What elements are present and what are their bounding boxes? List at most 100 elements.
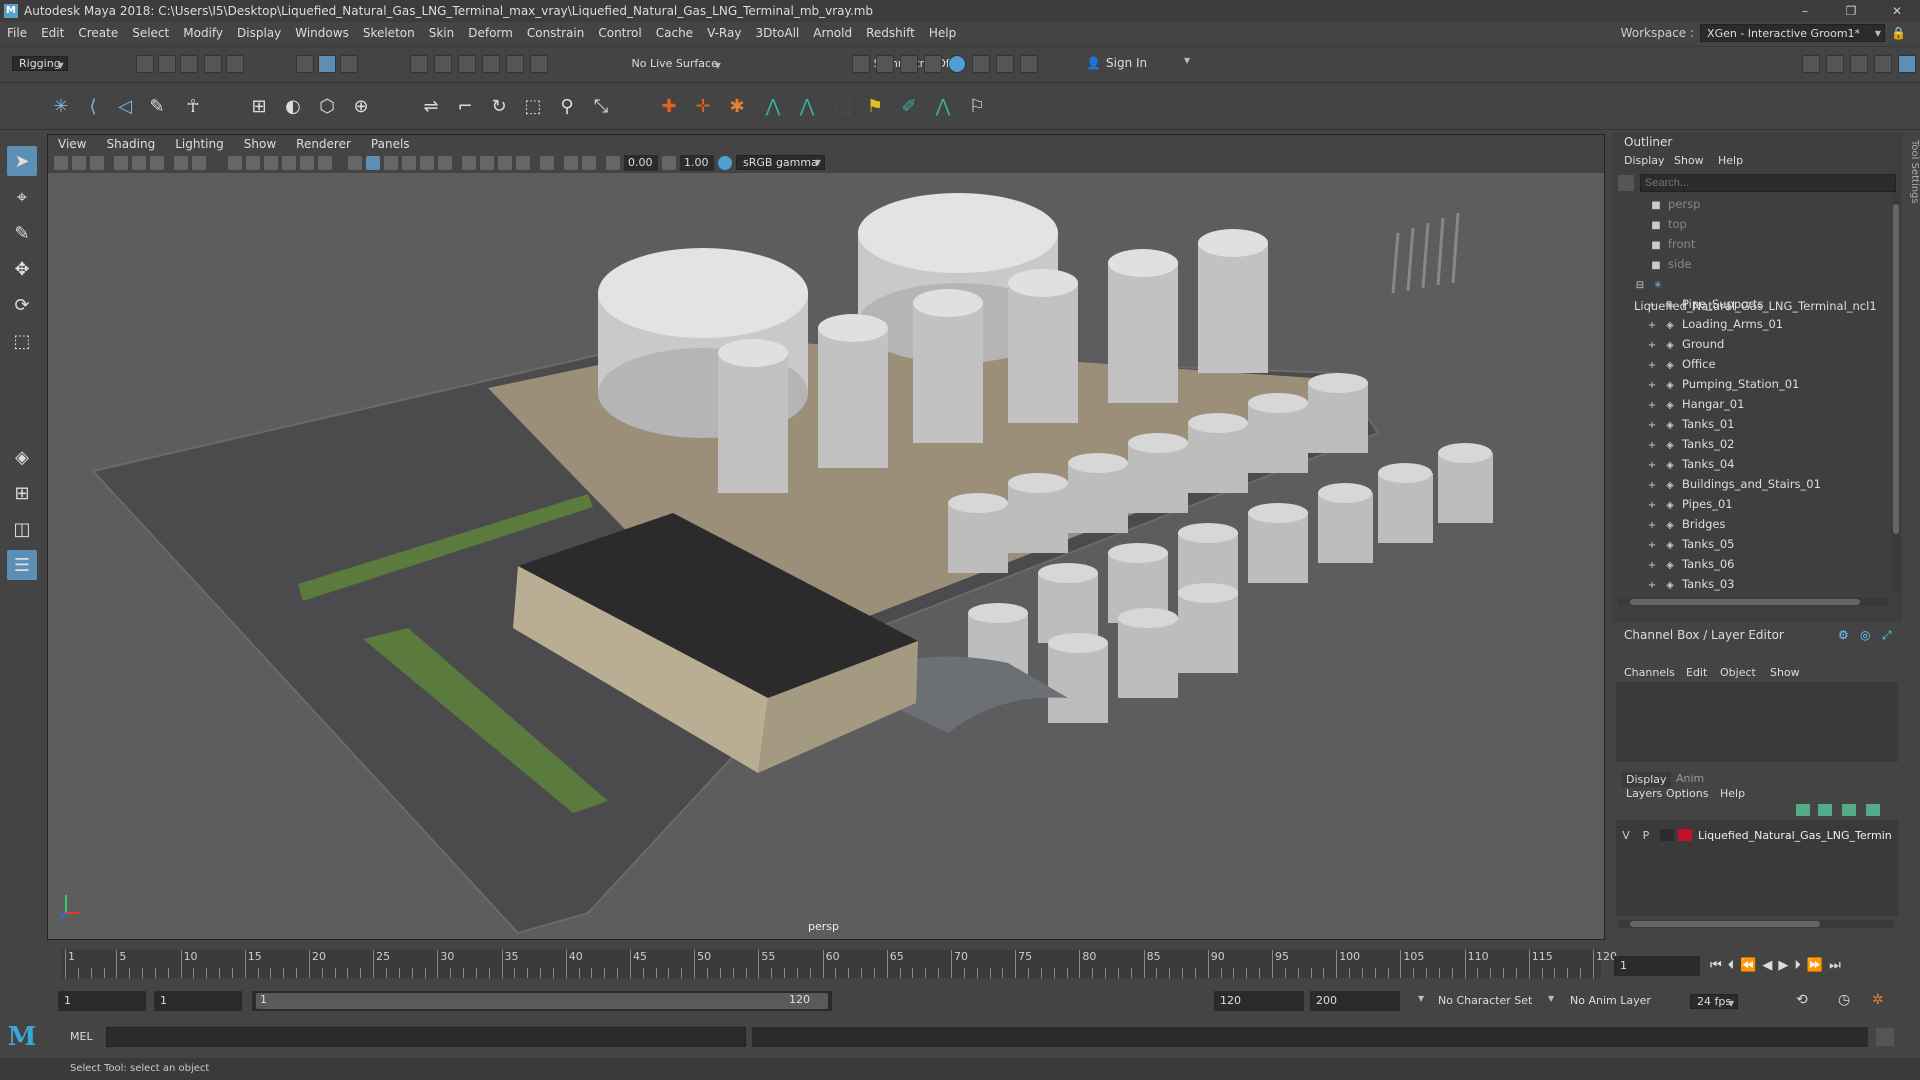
vp-menu-shading[interactable]: Shading	[96, 137, 165, 151]
xray-joints-icon[interactable]	[582, 156, 596, 170]
vp-menu-view[interactable]: View	[48, 137, 96, 151]
menu-arnold[interactable]: Arnold	[806, 26, 859, 40]
layer-name[interactable]: Liquefied_Natural_Gas_LNG_Termin	[1698, 829, 1892, 842]
attribute-editor-icon[interactable]	[1826, 55, 1844, 73]
new-layer-icon[interactable]	[1796, 804, 1810, 816]
minimize-button[interactable]: –	[1782, 0, 1828, 22]
outliner-item-tanks-03[interactable]: + ◈ Tanks_03	[1612, 574, 1892, 594]
layer-hscrollbar[interactable]	[1618, 920, 1894, 928]
expand-icon[interactable]: +	[1646, 556, 1658, 576]
menu-constrain[interactable]: Constrain	[520, 26, 592, 40]
expand-icon[interactable]: +	[1646, 316, 1658, 336]
field-chart-icon[interactable]	[282, 156, 296, 170]
textured-icon[interactable]	[420, 156, 434, 170]
expand-icon[interactable]: +	[1646, 416, 1658, 436]
xray-icon[interactable]	[564, 156, 578, 170]
shelf-placeholder-icon[interactable]: ⬚	[830, 93, 856, 119]
smooth-bind-icon[interactable]: ◐	[280, 93, 306, 119]
range-slider-handle[interactable]: 1 120	[256, 993, 828, 1009]
resolution-gate-icon[interactable]	[246, 156, 260, 170]
anti-aliasing-icon[interactable]	[516, 156, 530, 170]
pole-vector-icon[interactable]: ⤡	[588, 93, 614, 119]
color-management-icon[interactable]	[718, 156, 732, 170]
layer-menu-options[interactable]: Options	[1666, 787, 1708, 800]
outliner-item-tanks-05[interactable]: + ◈ Tanks_05	[1612, 534, 1892, 554]
locator-icon[interactable]: ✚	[656, 93, 682, 119]
ik-handle-icon[interactable]: ⟨	[80, 93, 106, 119]
outliner-vscrollbar[interactable]	[1892, 194, 1900, 594]
outliner-menu-help[interactable]: Help	[1718, 154, 1743, 167]
expand-icon[interactable]: +	[1646, 436, 1658, 456]
render-icon[interactable]	[852, 55, 870, 73]
use-all-lights-icon[interactable]	[438, 156, 452, 170]
menu-3dtoall[interactable]: 3DtoAll	[748, 26, 806, 40]
playback-start-field[interactable]: 1	[154, 991, 242, 1011]
redo-icon[interactable]	[226, 55, 244, 73]
search-options-icon[interactable]	[1618, 175, 1634, 191]
outliner-menu-show[interactable]: Show	[1674, 154, 1704, 167]
smooth-shade-icon[interactable]	[366, 156, 380, 170]
layer-row[interactable]: V P Liquefied_Natural_Gas_LNG_Termin	[1616, 826, 1898, 844]
layer-playback-toggle[interactable]: P	[1636, 829, 1656, 842]
current-frame-field[interactable]: 1	[1614, 956, 1700, 976]
save-scene-icon[interactable]	[180, 55, 198, 73]
single-perspective-layout-icon[interactable]: ◈	[7, 442, 37, 472]
menu-file[interactable]: File	[0, 26, 34, 40]
tab-display[interactable]: Display	[1622, 772, 1671, 787]
live-surface-field[interactable]: No Live Surface	[625, 57, 724, 70]
sculpt-icon[interactable]: ✐	[896, 93, 922, 119]
isolate-select-icon[interactable]	[540, 156, 554, 170]
grid-icon[interactable]	[192, 156, 206, 170]
go-to-start-icon[interactable]: ⏮	[1710, 958, 1722, 973]
expand-icon[interactable]: +	[1646, 396, 1658, 416]
vp-menu-show[interactable]: Show	[234, 137, 286, 151]
outliner-item-buildings-stairs[interactable]: + ◈ Buildings_and_Stairs_01	[1612, 474, 1892, 494]
menu-windows[interactable]: Windows	[288, 26, 356, 40]
channel-list[interactable]	[1616, 682, 1898, 762]
outliner-item-pipes[interactable]: + ◈ Pipes_01	[1612, 494, 1892, 514]
pause-viewport-icon[interactable]	[1020, 55, 1038, 73]
menu-cache[interactable]: Cache	[649, 26, 700, 40]
expand-icon[interactable]: +	[1646, 576, 1658, 594]
lock-icon[interactable]: 🔒	[1891, 26, 1906, 40]
time-slider-track[interactable]: 1 5 10 15 20 25 30 35 40 45 50 55 60 65 70 75 80 85 90 95 10…	[61, 950, 1617, 978]
animation-start-field[interactable]: 1	[58, 991, 146, 1011]
close-button[interactable]: ✕	[1874, 0, 1920, 22]
expand-icon[interactable]: +	[1646, 476, 1658, 496]
ik-spline-icon[interactable]: ◁	[112, 93, 138, 119]
tool-settings-side-tab[interactable]: Tool Settings	[1904, 140, 1920, 240]
maximize-button[interactable]: ❐	[1828, 0, 1874, 22]
step-forward-frame-icon[interactable]: ⏩	[1807, 958, 1823, 973]
outliner-item-tanks-02[interactable]: + ◈ Tanks_02	[1612, 434, 1892, 454]
play-backward-icon[interactable]: ◀	[1762, 958, 1772, 973]
cluster-icon[interactable]: ⊕	[348, 93, 374, 119]
outliner-item-front[interactable]: ■ front	[1612, 234, 1892, 254]
outliner-item-persp[interactable]: ■ persp	[1612, 194, 1892, 214]
render-sequence-icon[interactable]	[876, 55, 894, 73]
render-settings-icon[interactable]	[924, 55, 942, 73]
skin-paint-icon[interactable]: ⚑	[862, 93, 888, 119]
expand-icon[interactable]: +	[1646, 356, 1658, 376]
mel-label[interactable]: MEL	[70, 1030, 93, 1043]
menu-vray[interactable]: V-Ray	[700, 26, 748, 40]
light-editor-icon[interactable]	[996, 55, 1014, 73]
outliner-item-pipe-supports[interactable]: + ◈ Pipe_Supports	[1612, 294, 1892, 314]
2d-pan-zoom-icon[interactable]	[174, 156, 188, 170]
shadows-icon[interactable]	[462, 156, 476, 170]
layer-menu-help[interactable]: Help	[1720, 787, 1745, 800]
outliner-menu-display[interactable]: Display	[1624, 154, 1665, 167]
character-set-field[interactable]: No Character Set	[1432, 991, 1544, 1011]
wrap-deformer-icon[interactable]: ⋀	[794, 93, 820, 119]
move-tool-icon[interactable]: ✥	[7, 254, 37, 284]
outliner-item-tanks-04[interactable]: + ◈ Tanks_04	[1612, 454, 1892, 474]
ambient-occlusion-icon[interactable]	[480, 156, 494, 170]
character-set-dropdown-icon[interactable]: ▼	[1418, 994, 1424, 1003]
move-layer-down-icon[interactable]	[1866, 804, 1880, 816]
film-gate-icon[interactable]	[228, 156, 242, 170]
outliner-item-top[interactable]: ■ top	[1612, 214, 1892, 234]
select-by-object-icon[interactable]	[318, 55, 336, 73]
expand-icon[interactable]: +	[1646, 496, 1658, 516]
cb-menu-channels[interactable]: Channels	[1624, 666, 1675, 679]
outliner-item-hangar[interactable]: + ◈ Hangar_01	[1612, 394, 1892, 414]
open-scene-icon[interactable]	[158, 55, 176, 73]
